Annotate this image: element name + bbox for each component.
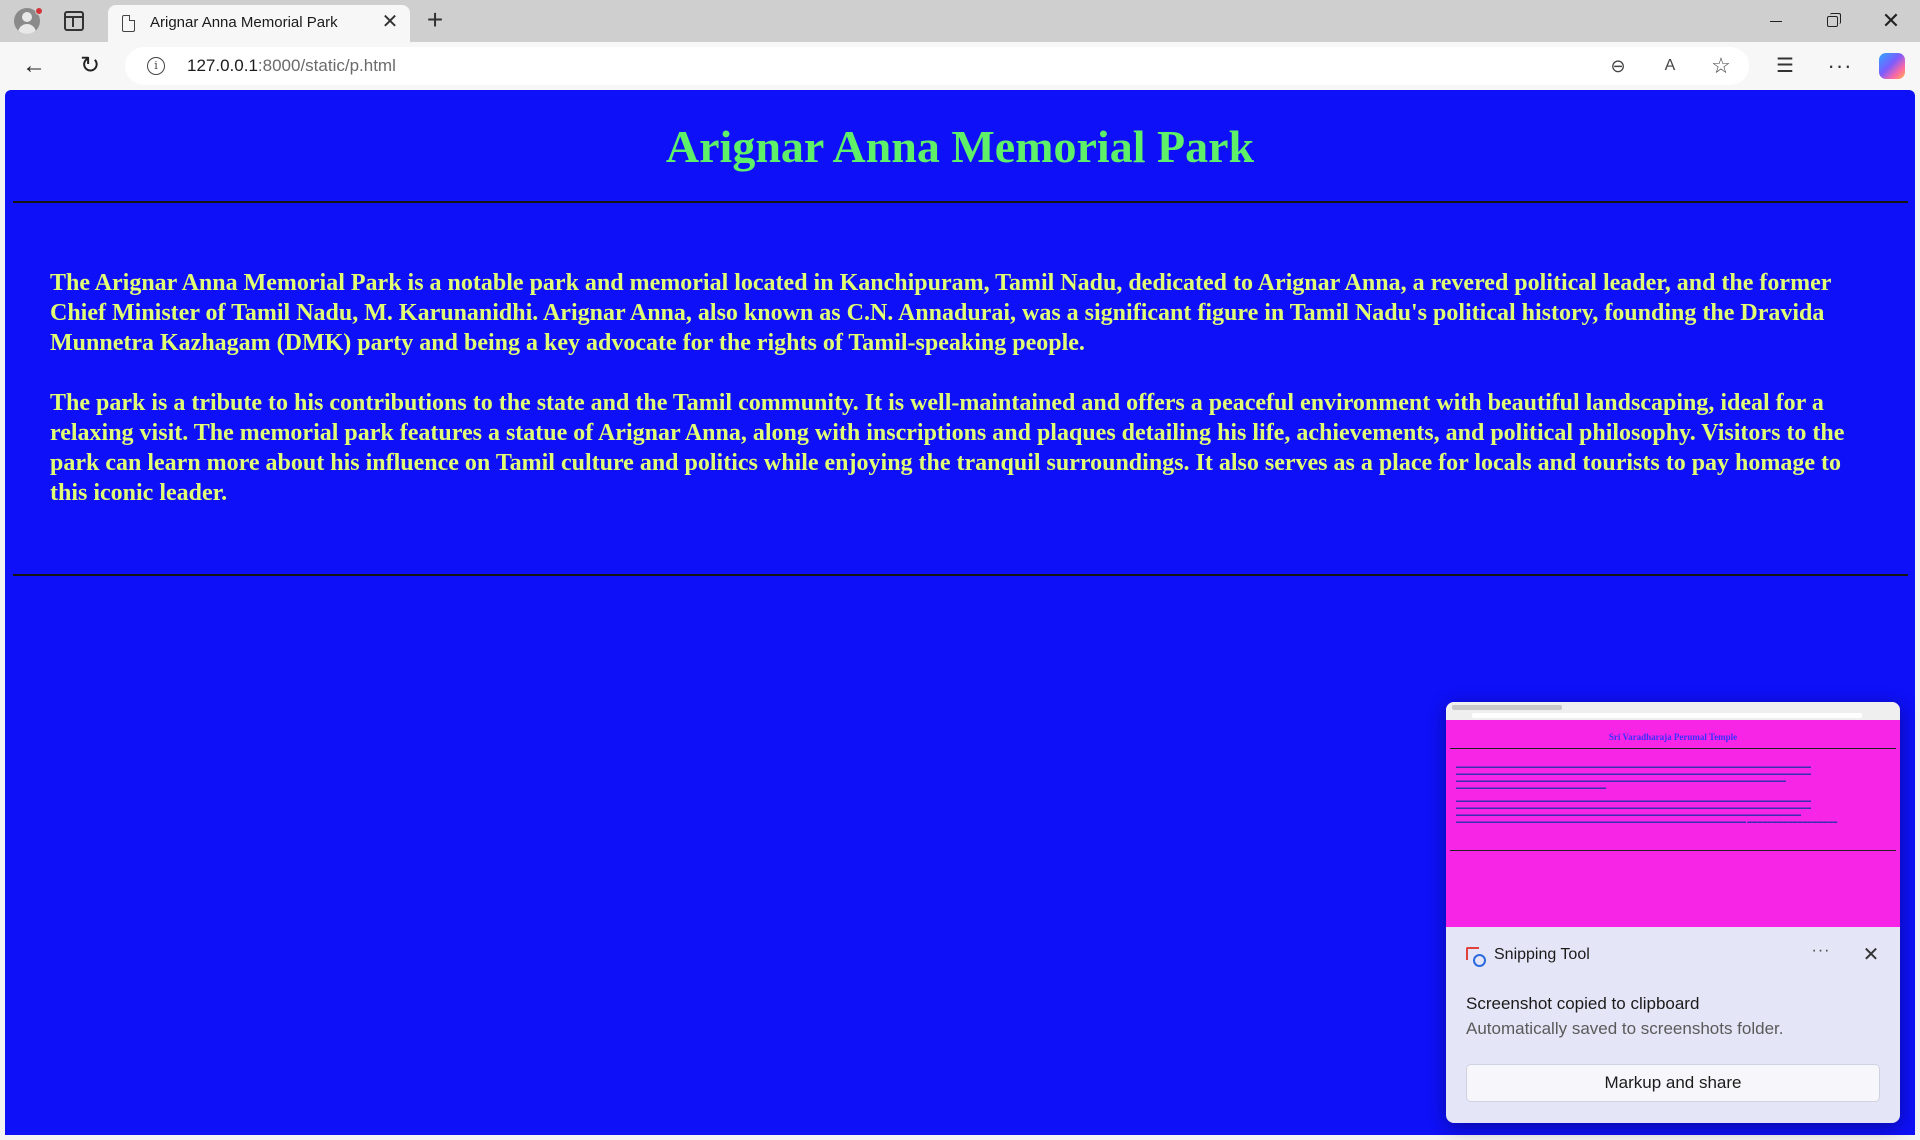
markup-and-share-button[interactable]: Markup and share	[1466, 1064, 1880, 1102]
tab-actions-icon[interactable]	[64, 11, 84, 31]
toast-more-icon[interactable]: ···	[1806, 942, 1836, 966]
thumbnail-browser-chrome	[1446, 702, 1900, 720]
page-title: Arignar Anna Memorial Park	[665, 121, 1255, 172]
tab-title: Arignar Anna Memorial Park	[150, 14, 338, 31]
minimize-icon	[1770, 21, 1782, 22]
thumbnail-paragraph: ▬▬▬▬▬▬▬▬▬▬▬▬▬▬▬▬▬▬▬▬▬▬▬▬▬▬▬▬▬▬▬▬▬▬▬▬▬▬▬▬…	[1456, 799, 1838, 825]
favorite-star-icon[interactable]: ☆	[1710, 55, 1732, 77]
favorites-icon[interactable]: ☰	[1772, 53, 1798, 79]
thumbnail-address-bar	[1472, 713, 1862, 718]
restore-button[interactable]	[1818, 8, 1848, 34]
info-icon[interactable]: i	[147, 57, 165, 75]
tab-active[interactable]: Arignar Anna Memorial Park ✕	[108, 5, 410, 42]
thumbnail-divider-bottom	[1450, 850, 1896, 851]
toast-close-icon[interactable]: ✕	[1858, 942, 1884, 968]
tab-strip: Arignar Anna Memorial Park ✕ + ✕	[0, 0, 1920, 42]
address-bar[interactable]: i 127.0.0.1:8000/static/p.html ⊖ A ☆	[125, 47, 1749, 85]
more-options-icon[interactable]: ···	[1827, 53, 1853, 79]
reload-icon[interactable]: ↻	[76, 52, 104, 80]
thumbnail-text: ▬▬▬▬▬▬▬▬▬▬▬▬▬▬▬▬▬▬▬▬▬▬▬▬▬▬▬▬▬▬▬▬▬▬▬▬▬▬▬▬…	[1456, 764, 1886, 832]
minimize-button[interactable]	[1761, 8, 1791, 34]
thumbnail-paragraph: ▬▬▬▬▬▬▬▬▬▬▬▬▬▬▬▬▬▬▬▬▬▬▬▬▬▬▬▬▬▬▬▬▬▬▬▬▬▬▬▬…	[1456, 765, 1811, 791]
snipping-tool-toast[interactable]: Sri Varadharaja Perumal Temple ▬▬▬▬▬▬▬▬▬…	[1446, 702, 1900, 1123]
url-text[interactable]: 127.0.0.1:8000/static/p.html	[187, 56, 396, 76]
browser-toolbar: ← ↻ i 127.0.0.1:8000/static/p.html ⊖ A ☆…	[0, 42, 1920, 90]
page-content: The Arignar Anna Memorial Park is a nota…	[50, 268, 1850, 538]
thumbnail-tab	[1452, 705, 1562, 710]
url-path: :8000/static/p.html	[257, 56, 396, 75]
toast-heading: Screenshot copied to clipboard	[1466, 994, 1700, 1013]
snipping-tool-icon	[1466, 947, 1486, 967]
restore-icon-box	[1827, 16, 1838, 27]
new-tab-button[interactable]: +	[422, 6, 448, 34]
toast-app-name: Snipping Tool	[1494, 946, 1590, 963]
zoom-out-icon[interactable]: ⊖	[1607, 55, 1629, 77]
read-aloud-icon[interactable]: A	[1659, 55, 1681, 77]
thumbnail-title: Sri Varadharaja Perumal Temple	[1608, 732, 1738, 742]
paragraph-intro: The Arignar Anna Memorial Park is a nota…	[50, 270, 1831, 356]
url-host: 127.0.0.1	[187, 56, 258, 75]
notification-dot-icon	[35, 7, 43, 15]
copilot-icon[interactable]	[1879, 53, 1905, 79]
screenshot-thumbnail[interactable]: Sri Varadharaja Perumal Temple ▬▬▬▬▬▬▬▬▬…	[1446, 702, 1900, 927]
window-close-button[interactable]: ✕	[1876, 8, 1906, 34]
divider-top	[13, 201, 1908, 203]
divider-bottom	[13, 574, 1908, 576]
tab-close-icon[interactable]: ✕	[380, 12, 400, 32]
paragraph-tribute: The park is a tribute to his contributio…	[50, 390, 1845, 506]
back-arrow-icon[interactable]: ←	[20, 52, 48, 80]
thumbnail-divider-top	[1450, 748, 1896, 749]
toast-subtext: Automatically saved to screenshots folde…	[1466, 1019, 1784, 1038]
page-icon	[122, 15, 135, 32]
